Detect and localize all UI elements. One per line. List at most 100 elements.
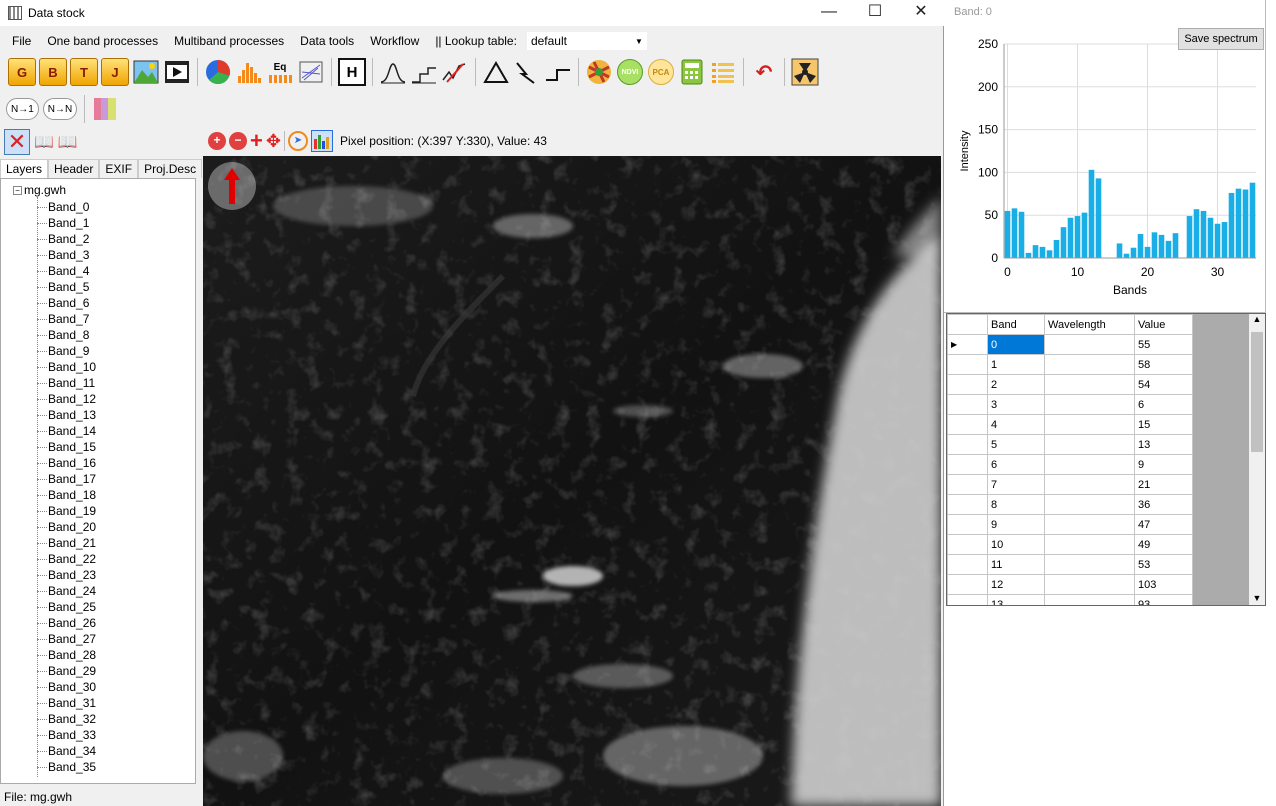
n-to-1-button[interactable]: N→1: [6, 98, 39, 120]
table-cell[interactable]: 21: [1134, 474, 1193, 495]
tree-item-band[interactable]: Band_8: [37, 327, 89, 343]
table-cell[interactable]: 58: [1134, 354, 1193, 375]
row-selector[interactable]: [947, 554, 988, 575]
table-row[interactable]: 10 49: [947, 534, 1193, 555]
row-selector[interactable]: [947, 514, 988, 535]
menu-one-band-processes[interactable]: One band processes: [39, 34, 166, 48]
table-cell[interactable]: 0: [987, 334, 1045, 355]
table-cell[interactable]: 15: [1134, 414, 1193, 435]
row-selector[interactable]: [947, 534, 988, 555]
tree-item-band[interactable]: Band_27: [37, 631, 96, 647]
table-row[interactable]: 5 13: [947, 434, 1193, 455]
table-row[interactable]: 2 54: [947, 374, 1193, 395]
maximize-button[interactable]: ☐: [852, 0, 898, 26]
table-cell[interactable]: 12: [987, 574, 1045, 595]
table-cell[interactable]: 36: [1134, 494, 1193, 515]
tree-item-band[interactable]: Band_31: [37, 695, 96, 711]
table-cell[interactable]: 6: [1134, 394, 1193, 415]
table-cell[interactable]: [1044, 334, 1135, 355]
classification-icon[interactable]: [585, 58, 613, 86]
row-selector[interactable]: [947, 394, 988, 415]
table-cell[interactable]: 47: [1134, 514, 1193, 535]
t-file-button[interactable]: T: [70, 58, 98, 86]
tree-item-band[interactable]: Band_32: [37, 711, 96, 727]
row-selector[interactable]: ▶: [947, 334, 988, 355]
tree-item-band[interactable]: Band_35: [37, 759, 96, 775]
table-cell[interactable]: 49: [1134, 534, 1193, 555]
table-cell[interactable]: [1044, 434, 1135, 455]
tree-item-band[interactable]: Band_29: [37, 663, 96, 679]
table-cell[interactable]: [1044, 454, 1135, 475]
table-cell[interactable]: 53: [1134, 554, 1193, 575]
table-row[interactable]: 9 47: [947, 514, 1193, 535]
tree-item-band[interactable]: Band_5: [37, 279, 89, 295]
highpass-icon[interactable]: [410, 58, 438, 86]
tree-item-band[interactable]: Band_22: [37, 551, 96, 567]
table-cell[interactable]: [1044, 354, 1135, 375]
image-icon[interactable]: [132, 58, 160, 86]
table-row[interactable]: 12 103: [947, 574, 1193, 595]
row-selector[interactable]: [947, 454, 988, 475]
collapse-icon[interactable]: −: [13, 185, 22, 195]
tree-item-band[interactable]: Band_18: [37, 487, 96, 503]
table-cell[interactable]: 5: [987, 434, 1045, 455]
tree-item-band[interactable]: Band_28: [37, 647, 96, 663]
tree-item-band[interactable]: Band_19: [37, 503, 96, 519]
bands-stack-icon[interactable]: [92, 96, 118, 122]
table-row[interactable]: 11 53: [947, 554, 1193, 575]
menu-file[interactable]: File: [0, 34, 39, 48]
scroll-down-icon[interactable]: ▼: [1249, 593, 1265, 603]
column-header[interactable]: Value: [1134, 314, 1193, 335]
ndvi-button[interactable]: NDVI: [616, 58, 644, 86]
table-cell[interactable]: 2: [987, 374, 1045, 395]
row-selector[interactable]: [947, 494, 988, 515]
table-cell[interactable]: 6: [987, 454, 1045, 475]
n-to-n-button[interactable]: N→N: [42, 98, 78, 120]
table-cell[interactable]: [1044, 594, 1135, 605]
tree-item-band[interactable]: Band_4: [37, 263, 89, 279]
row-selector[interactable]: [947, 434, 988, 455]
table-cell[interactable]: [1044, 514, 1135, 535]
column-header[interactable]: Band: [987, 314, 1045, 335]
list-icon[interactable]: [709, 58, 737, 86]
table-cell[interactable]: 8: [987, 494, 1045, 515]
table-cell[interactable]: 4: [987, 414, 1045, 435]
table-row[interactable]: 8 36: [947, 494, 1193, 515]
table-cell[interactable]: [1044, 534, 1135, 555]
table-cell[interactable]: 13: [987, 594, 1045, 605]
table-cell[interactable]: 93: [1134, 594, 1193, 605]
g-file-button[interactable]: G: [8, 58, 36, 86]
table-row[interactable]: 69: [947, 454, 1193, 475]
menu-workflow[interactable]: Workflow: [362, 34, 427, 48]
tree-item-band[interactable]: Band_16: [37, 455, 96, 471]
row-selector[interactable]: [947, 414, 988, 435]
tab-exif[interactable]: EXIF: [99, 159, 139, 178]
zoom-in-icon[interactable]: +: [208, 132, 226, 150]
tree-item-band[interactable]: Band_25: [37, 599, 96, 615]
table-cell[interactable]: [1044, 554, 1135, 575]
delete-layer-icon[interactable]: ✕: [4, 129, 30, 155]
expand-tree-icon[interactable]: 📖: [34, 132, 54, 152]
table-cell[interactable]: [1044, 374, 1135, 395]
table-cell[interactable]: 13: [1134, 434, 1193, 455]
tab-layers[interactable]: Layers: [0, 159, 49, 178]
table-row[interactable]: 4 15: [947, 414, 1193, 435]
movie-icon[interactable]: [163, 58, 191, 86]
table-row[interactable]: 7 21: [947, 474, 1193, 495]
tree-item-band[interactable]: Band_9: [37, 343, 89, 359]
row-selector[interactable]: [947, 354, 988, 375]
median-filter-icon[interactable]: [441, 58, 469, 86]
table-cell[interactable]: [1044, 494, 1135, 515]
table-cell[interactable]: [1044, 394, 1135, 415]
tree-item-band[interactable]: Band_14: [37, 423, 96, 439]
edge-detect-icon[interactable]: [513, 58, 541, 86]
tab-proj-desc[interactable]: Proj.Desc: [138, 159, 203, 178]
table-row[interactable]: 36: [947, 394, 1193, 415]
calculator-icon[interactable]: [678, 58, 706, 86]
tree-item-band[interactable]: Band_12: [37, 391, 96, 407]
tree-item-band[interactable]: Band_17: [37, 471, 96, 487]
tree-item-band[interactable]: Band_2: [37, 231, 89, 247]
menu-data-tools[interactable]: Data tools: [292, 34, 362, 48]
tree-item-band[interactable]: Band_24: [37, 583, 96, 599]
scroll-thumb[interactable]: [1251, 332, 1263, 452]
